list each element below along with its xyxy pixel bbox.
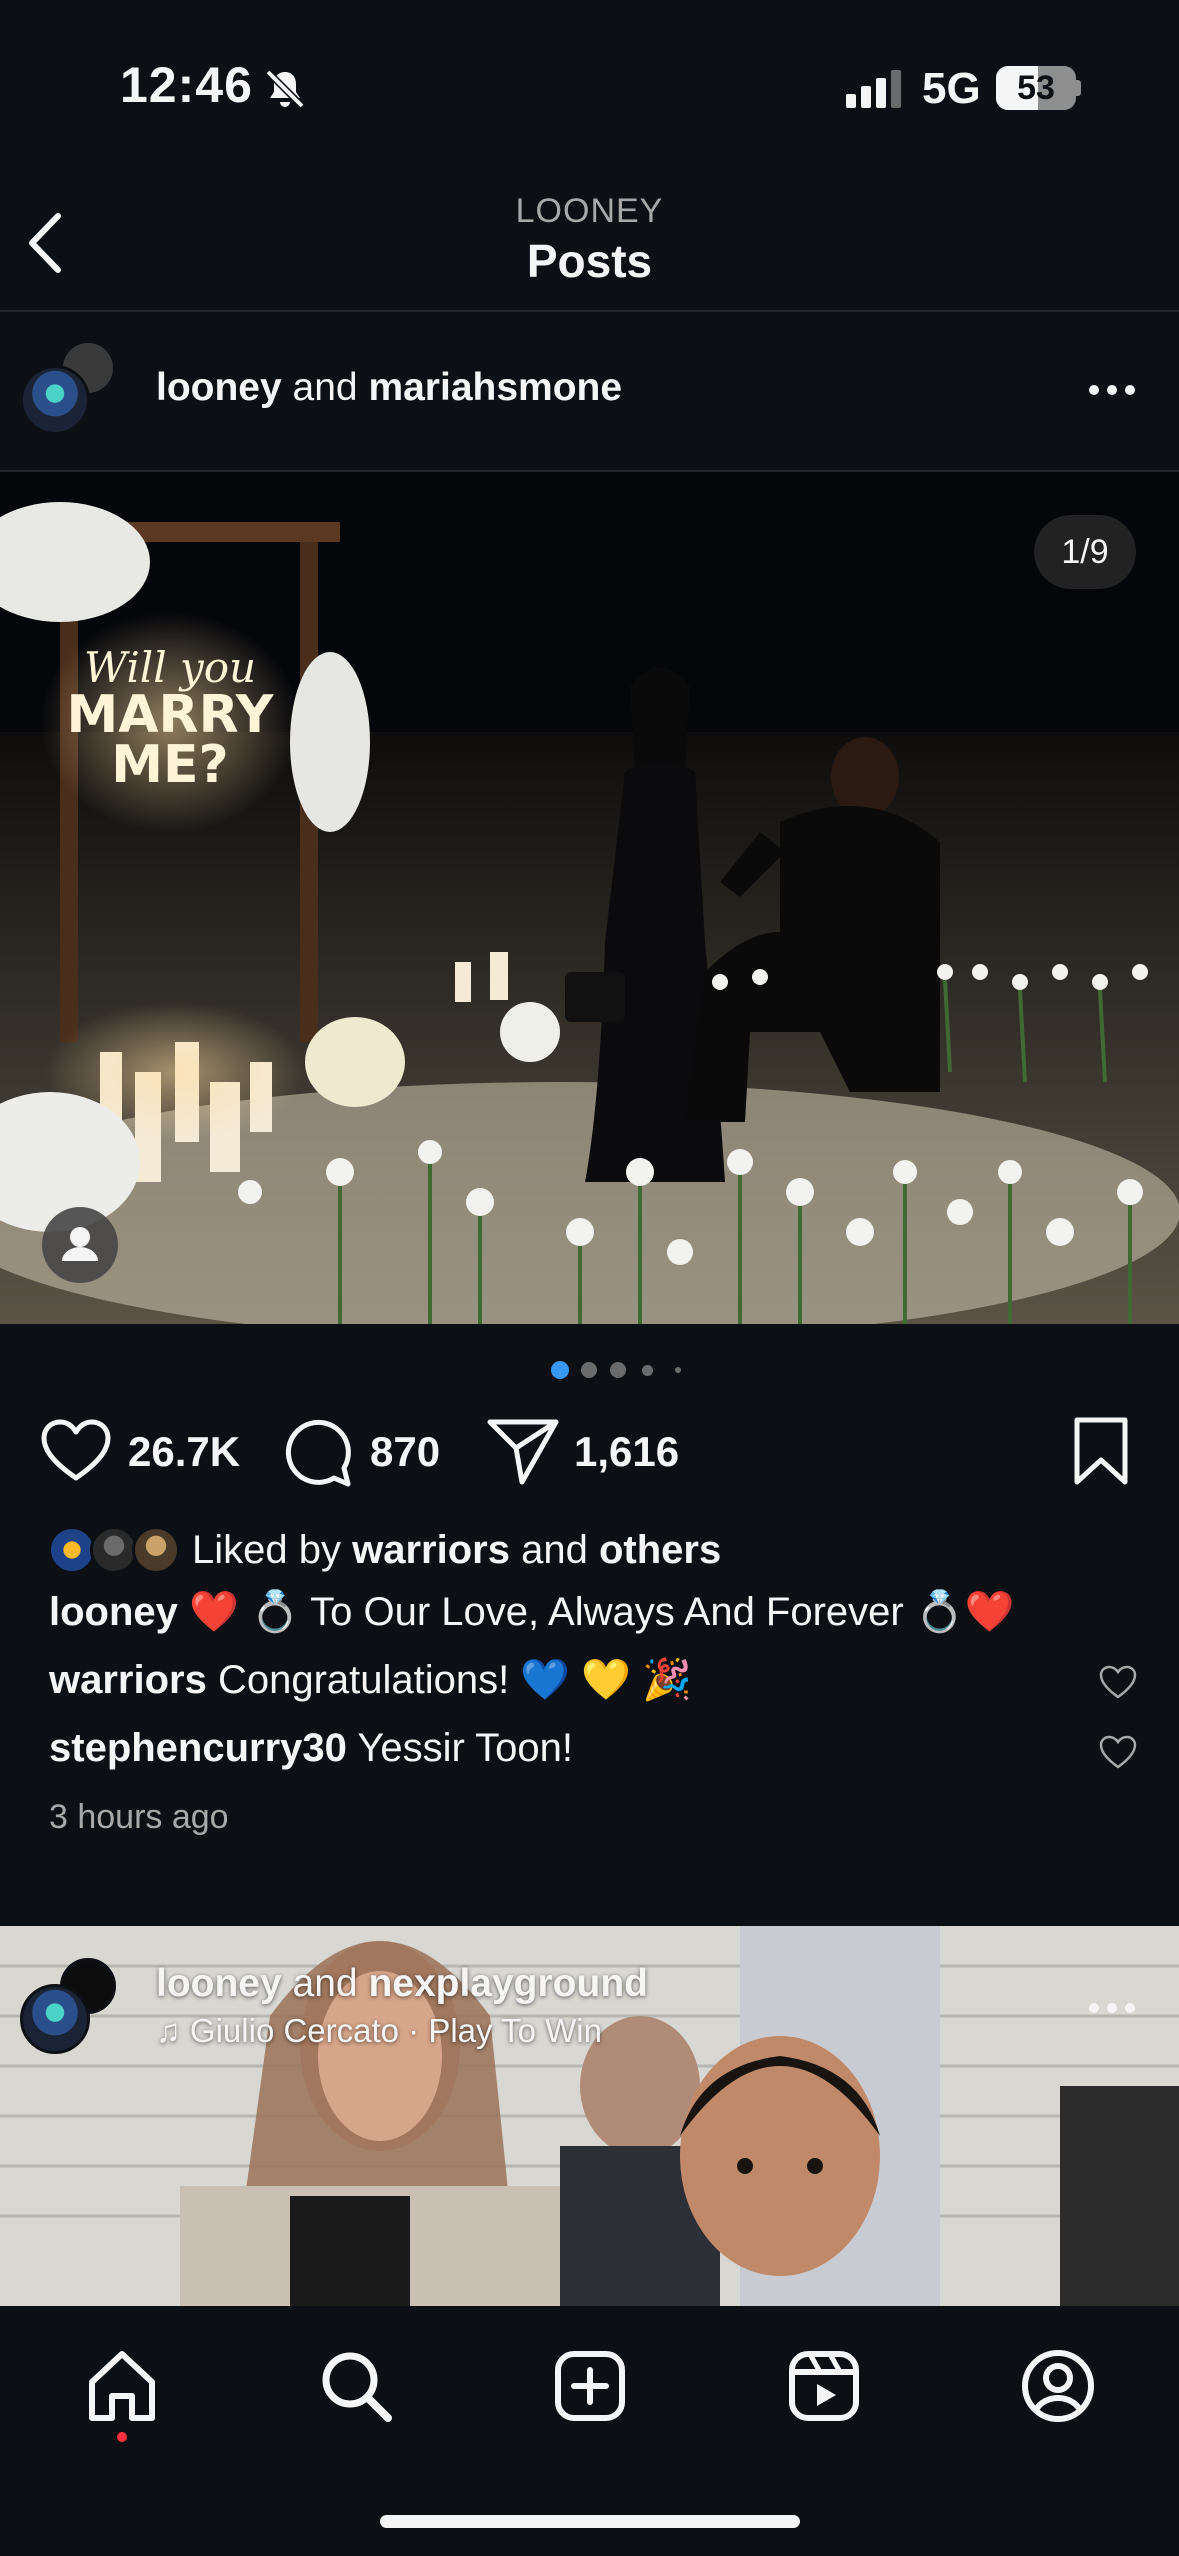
proposal-photo: Will you MARRY ME? bbox=[0, 472, 1179, 1324]
create-icon[interactable] bbox=[550, 2346, 630, 2426]
notification-dot bbox=[117, 2432, 127, 2442]
profile-icon[interactable] bbox=[1018, 2346, 1098, 2426]
author-joiner: and bbox=[281, 366, 369, 409]
liked-by-prefix: Liked by bbox=[192, 1528, 353, 1572]
music-note-icon: ♫ bbox=[156, 2012, 190, 2049]
liked-by-text[interactable]: Liked by warriors and others bbox=[192, 1528, 721, 1573]
battery-icon: 53 bbox=[996, 66, 1076, 110]
liked-by-others[interactable]: others bbox=[599, 1528, 721, 1572]
comment: warriors Congratulations! 💙 💛 🎉 bbox=[49, 1656, 692, 1703]
reels-icon[interactable] bbox=[784, 2346, 864, 2426]
battery-level: 53 bbox=[1017, 69, 1055, 107]
image-counter: 1/9 bbox=[1034, 515, 1136, 589]
comment-text: Congratulations! 💙 💛 🎉 bbox=[206, 1658, 693, 1702]
caption-username[interactable]: looney bbox=[49, 1590, 178, 1634]
author-username[interactable]: looney bbox=[156, 366, 282, 409]
comment: stephencurry30 Yessir Toon! bbox=[49, 1726, 573, 1771]
collaborator-username[interactable]: mariahsmone bbox=[368, 366, 622, 409]
comment-like-heart-icon[interactable] bbox=[1098, 1734, 1138, 1770]
status-time: 12:46 bbox=[120, 57, 253, 113]
carousel-dot bbox=[581, 1362, 597, 1378]
author-joiner: and bbox=[281, 1962, 369, 2005]
bookmark-icon[interactable] bbox=[1072, 1416, 1130, 1486]
post-photo[interactable]: Will you MARRY ME? bbox=[0, 472, 1179, 1324]
audio-label[interactable]: Giulio Cercato · Play To Win bbox=[190, 2012, 602, 2049]
post-authors[interactable]: looney and nexplayground bbox=[156, 1962, 648, 2006]
home-indicator[interactable] bbox=[380, 2515, 800, 2528]
more-options-button[interactable] bbox=[1084, 1988, 1140, 2028]
divider bbox=[0, 310, 1179, 312]
author-avatar[interactable] bbox=[20, 1984, 90, 2054]
like-count[interactable]: 26.7K bbox=[128, 1428, 240, 1476]
collaborator-username[interactable]: nexplayground bbox=[368, 1962, 648, 2005]
comment-button[interactable] bbox=[282, 1416, 354, 1488]
liked-by-joiner: and bbox=[509, 1528, 599, 1572]
search-icon[interactable] bbox=[316, 2346, 396, 2426]
liker-avatar-warriors[interactable] bbox=[48, 1526, 96, 1574]
like-button[interactable] bbox=[40, 1418, 112, 1484]
author-avatar[interactable] bbox=[20, 365, 90, 435]
comment-like-heart-icon[interactable] bbox=[1098, 1664, 1138, 1700]
svg-text:ME?: ME? bbox=[111, 735, 228, 795]
share-button[interactable] bbox=[486, 1414, 560, 1488]
carousel-dot bbox=[642, 1365, 653, 1376]
post-audio[interactable]: ♫ Giulio Cercato · Play To Win bbox=[156, 2012, 602, 2050]
share-count[interactable]: 1,616 bbox=[574, 1428, 679, 1476]
more-options-button[interactable] bbox=[1084, 370, 1140, 410]
post-caption: looney ❤️ 💍 To Our Love, Always And Fore… bbox=[49, 1588, 1014, 1635]
carousel-dot-active bbox=[551, 1361, 569, 1379]
liker-avatar[interactable] bbox=[90, 1526, 138, 1574]
bell-muted-icon bbox=[265, 69, 305, 109]
page-title: Posts bbox=[526, 235, 653, 287]
caption-text: ❤️ 💍 To Our Love, Always And Forever 💍❤️ bbox=[177, 1590, 1015, 1634]
comment-count[interactable]: 870 bbox=[370, 1428, 440, 1476]
profile-username: LOONEY bbox=[515, 192, 664, 230]
carousel-dot bbox=[675, 1367, 681, 1373]
liker-avatar[interactable] bbox=[132, 1526, 180, 1574]
comment-username[interactable]: warriors bbox=[49, 1658, 207, 1702]
tagged-people-button[interactable] bbox=[42, 1207, 118, 1283]
battery-cap bbox=[1076, 80, 1081, 96]
comment-username[interactable]: stephencurry30 bbox=[49, 1726, 347, 1770]
signal-strength-icon bbox=[846, 70, 901, 108]
author-username[interactable]: looney bbox=[156, 1962, 282, 2005]
comment-text: Yessir Toon! bbox=[346, 1726, 574, 1770]
home-icon[interactable] bbox=[82, 2346, 162, 2426]
network-type: 5G bbox=[922, 64, 981, 113]
post-authors[interactable]: looney and mariahsmone bbox=[156, 366, 622, 410]
carousel-dot bbox=[610, 1362, 626, 1378]
post-timestamp: 3 hours ago bbox=[49, 1798, 229, 1836]
liked-by-first-user[interactable]: warriors bbox=[352, 1528, 510, 1572]
